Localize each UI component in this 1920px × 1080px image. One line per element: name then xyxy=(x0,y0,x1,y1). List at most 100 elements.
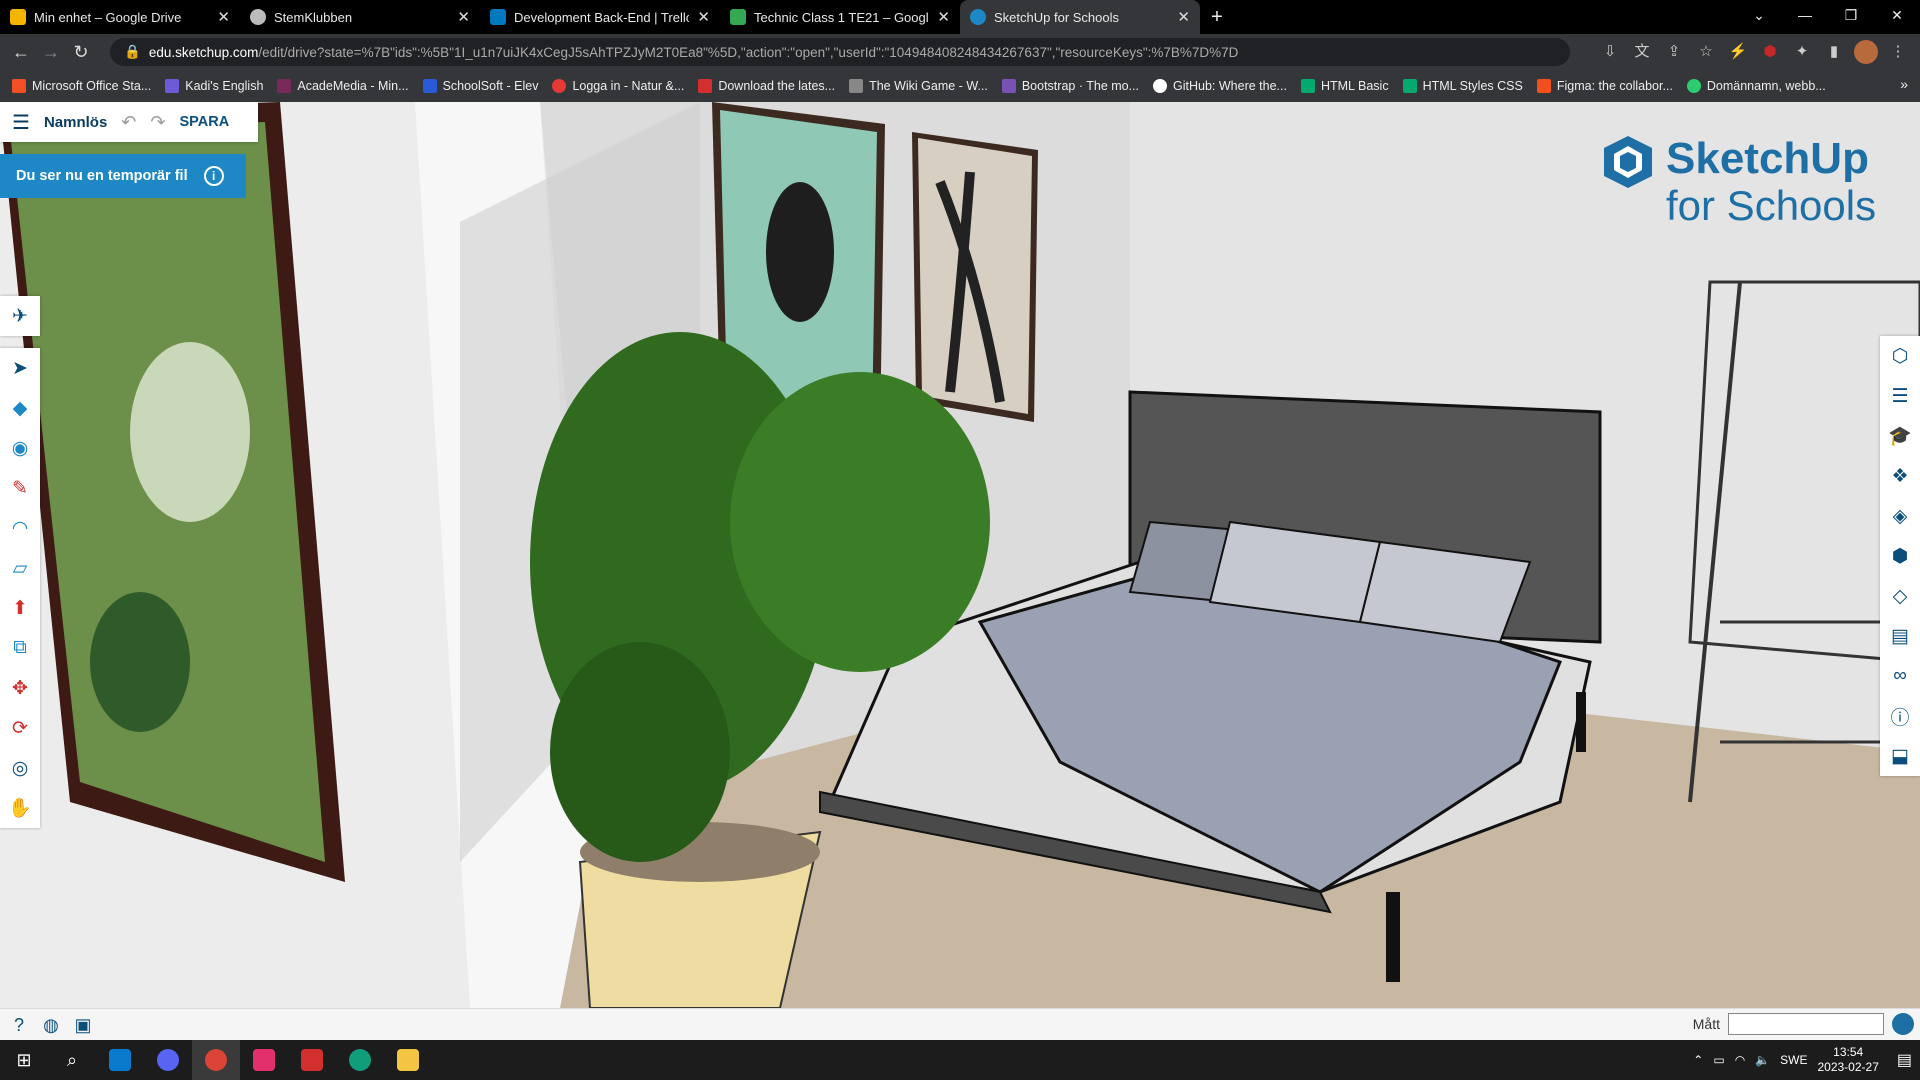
tab-technic-class[interactable]: Technic Class 1 TE21 – Google Dr ✕ xyxy=(720,0,960,34)
left-toolbar: ➤ ◆ ◉ ✎ ◠ ▱ ⬆ ⧉ ✥ ⟳ ◎ ✋ xyxy=(0,348,40,828)
eraser-panel-icon[interactable]: ◇ xyxy=(1880,576,1920,616)
paint-bucket-icon[interactable]: ◉ xyxy=(0,428,40,468)
taskbar-app-edge[interactable] xyxy=(336,1040,384,1080)
chevron-up-icon[interactable]: ⌃ xyxy=(1693,1053,1703,1067)
search-icon[interactable]: ⌕ xyxy=(48,1040,96,1080)
bookmark-item[interactable]: Domännamn, webb... xyxy=(1686,79,1826,93)
tab-stemklubben[interactable]: StemKlubben ✕ xyxy=(240,0,480,34)
instructor-icon[interactable]: 🎓 xyxy=(1880,416,1920,456)
address-bar[interactable]: 🔒 edu.sketchup.com /edit/drive?state=%7B… xyxy=(110,38,1570,66)
menu-kebab-icon[interactable]: ⋮ xyxy=(1886,40,1910,64)
bookmark-item[interactable]: GitHub: Where the... xyxy=(1153,79,1287,93)
side-panel-icon[interactable]: ▮ xyxy=(1822,40,1846,64)
install-icon[interactable]: ⇩ xyxy=(1598,40,1622,64)
outliner-icon[interactable]: ☰ xyxy=(1880,376,1920,416)
taskbar-app-instagram[interactable] xyxy=(240,1040,288,1080)
close-tab-icon[interactable]: ✕ xyxy=(1177,8,1190,26)
pencil-icon[interactable]: ✎ xyxy=(0,468,40,508)
undo-icon[interactable]: ↶ xyxy=(121,112,136,133)
profile-avatar[interactable] xyxy=(1854,40,1878,64)
battery-icon[interactable]: ▭ xyxy=(1713,1053,1724,1067)
hamburger-menu-icon[interactable]: ☰ xyxy=(12,110,30,135)
bookmark-item[interactable]: SchoolSoft - Elev xyxy=(422,79,538,93)
taskbar-app-explorer[interactable] xyxy=(384,1040,432,1080)
tab-sketchup[interactable]: SketchUp for Schools ✕ xyxy=(960,0,1200,34)
entity-info-icon[interactable]: ⬡ xyxy=(1880,336,1920,376)
close-window-icon[interactable]: ✕ xyxy=(1874,0,1920,34)
minimize-icon[interactable]: — xyxy=(1782,0,1828,34)
bookmark-item[interactable]: The Wiki Game - W... xyxy=(849,79,988,93)
bookmarks-overflow-button[interactable]: » xyxy=(1900,76,1908,92)
components-icon[interactable]: ❖ xyxy=(1880,456,1920,496)
taskbar-app-discord[interactable] xyxy=(144,1040,192,1080)
bookmarks-bar: Microsoft Office Sta... Kadi's English A… xyxy=(0,70,1920,102)
offset-icon[interactable]: ⧉ xyxy=(0,628,40,668)
search-tool-icon[interactable]: ✈ xyxy=(0,296,40,336)
3d-model-scene[interactable] xyxy=(0,102,1920,1008)
forward-arrow-icon[interactable]: → xyxy=(36,42,66,63)
sketchup-status-logo-icon xyxy=(1892,1013,1914,1035)
close-tab-icon[interactable]: ✕ xyxy=(217,8,230,26)
bookmark-item[interactable]: Microsoft Office Sta... xyxy=(12,79,151,93)
file-name[interactable]: Namnlös xyxy=(44,114,107,131)
save-button[interactable]: SPARA xyxy=(179,114,229,130)
language-indicator[interactable]: SWE xyxy=(1780,1053,1807,1067)
bookmark-item[interactable]: Logga in - Natur &... xyxy=(552,79,684,93)
info-icon[interactable]: ⓘ xyxy=(1880,696,1920,736)
ublock-icon[interactable]: ⬢ xyxy=(1758,40,1782,64)
select-arrow-icon[interactable]: ➤ xyxy=(0,348,40,388)
close-tab-icon[interactable]: ✕ xyxy=(697,8,710,26)
translate-icon[interactable]: 文 xyxy=(1630,40,1654,64)
taskbar-app-vscode[interactable] xyxy=(96,1040,144,1080)
info-icon[interactable]: i xyxy=(203,166,224,186)
bookmark-item[interactable]: Download the lates... xyxy=(698,79,835,93)
close-tab-icon[interactable]: ✕ xyxy=(937,8,950,26)
look-around-icon[interactable]: ◎ xyxy=(0,748,40,788)
tab-search-icon[interactable]: ⌄ xyxy=(1736,0,1782,34)
bookmark-item[interactable]: HTML Basic xyxy=(1300,79,1389,93)
hand-pan-icon[interactable]: ✋ xyxy=(0,788,40,828)
restore-icon[interactable]: ❐ xyxy=(1828,0,1874,34)
styles-icon[interactable]: ⬢ xyxy=(1880,536,1920,576)
taskbar-app-acrobat[interactable] xyxy=(288,1040,336,1080)
measure-input[interactable] xyxy=(1728,1013,1884,1035)
scenes-icon[interactable]: ▤ xyxy=(1880,616,1920,656)
globe-icon[interactable]: ◍ xyxy=(38,1012,64,1038)
arc-icon[interactable]: ◠ xyxy=(0,508,40,548)
new-tab-button[interactable]: + xyxy=(1200,0,1234,34)
w3schools-icon xyxy=(1402,79,1417,93)
tab-trello[interactable]: Development Back-End | Trello ✕ xyxy=(480,0,720,34)
back-arrow-icon[interactable]: ← xyxy=(6,42,36,63)
share-icon[interactable]: ⇪ xyxy=(1662,40,1686,64)
start-windows-icon[interactable]: ⊞ xyxy=(0,1040,48,1080)
orbit-icon[interactable]: ⟳ xyxy=(0,708,40,748)
temporary-file-banner[interactable]: Du ser nu en temporär fil i xyxy=(0,154,246,198)
extension-icon[interactable]: ⚡ xyxy=(1726,40,1750,64)
move-icon[interactable]: ✥ xyxy=(0,668,40,708)
3d-warehouse-icon[interactable]: ⬓ xyxy=(1880,736,1920,776)
bookmark-item[interactable]: Kadi's English xyxy=(165,79,263,93)
display-icon[interactable]: ∞ xyxy=(1880,656,1920,696)
bookmark-item[interactable]: Figma: the collabor... xyxy=(1536,79,1673,93)
bookmark-item[interactable]: AcadeMedia - Min... xyxy=(277,79,409,93)
rectangle-icon[interactable]: ▱ xyxy=(0,548,40,588)
sketchup-viewport[interactable]: ☰ Namnlös ↶ ↷ SPARA Du ser nu en temporä… xyxy=(0,102,1920,1008)
volume-icon[interactable]: 🔈 xyxy=(1755,1053,1770,1067)
notification-icon[interactable]: ▤ xyxy=(1897,1050,1912,1070)
wifi-icon[interactable]: ◠ xyxy=(1735,1053,1745,1067)
tab-google-drive[interactable]: Min enhet – Google Drive ✕ xyxy=(0,0,240,34)
bookmark-item[interactable]: HTML Styles CSS xyxy=(1402,79,1523,93)
puzzle-extensions-icon[interactable]: ✦ xyxy=(1790,40,1814,64)
reload-icon[interactable]: ↻ xyxy=(66,42,96,63)
redo-icon[interactable]: ↷ xyxy=(150,112,165,133)
eraser-icon[interactable]: ◆ xyxy=(0,388,40,428)
screen-icon[interactable]: ▣ xyxy=(70,1012,96,1038)
clock[interactable]: 13:54 2023-02-27 xyxy=(1817,1045,1878,1075)
materials-icon[interactable]: ◈ xyxy=(1880,496,1920,536)
bookmark-star-icon[interactable]: ☆ xyxy=(1694,40,1718,64)
push-pull-icon[interactable]: ⬆ xyxy=(0,588,40,628)
close-tab-icon[interactable]: ✕ xyxy=(457,8,470,26)
taskbar-app-chrome[interactable] xyxy=(192,1040,240,1080)
help-icon[interactable]: ? xyxy=(6,1012,32,1038)
bookmark-item[interactable]: Bootstrap · The mo... xyxy=(1001,79,1139,93)
